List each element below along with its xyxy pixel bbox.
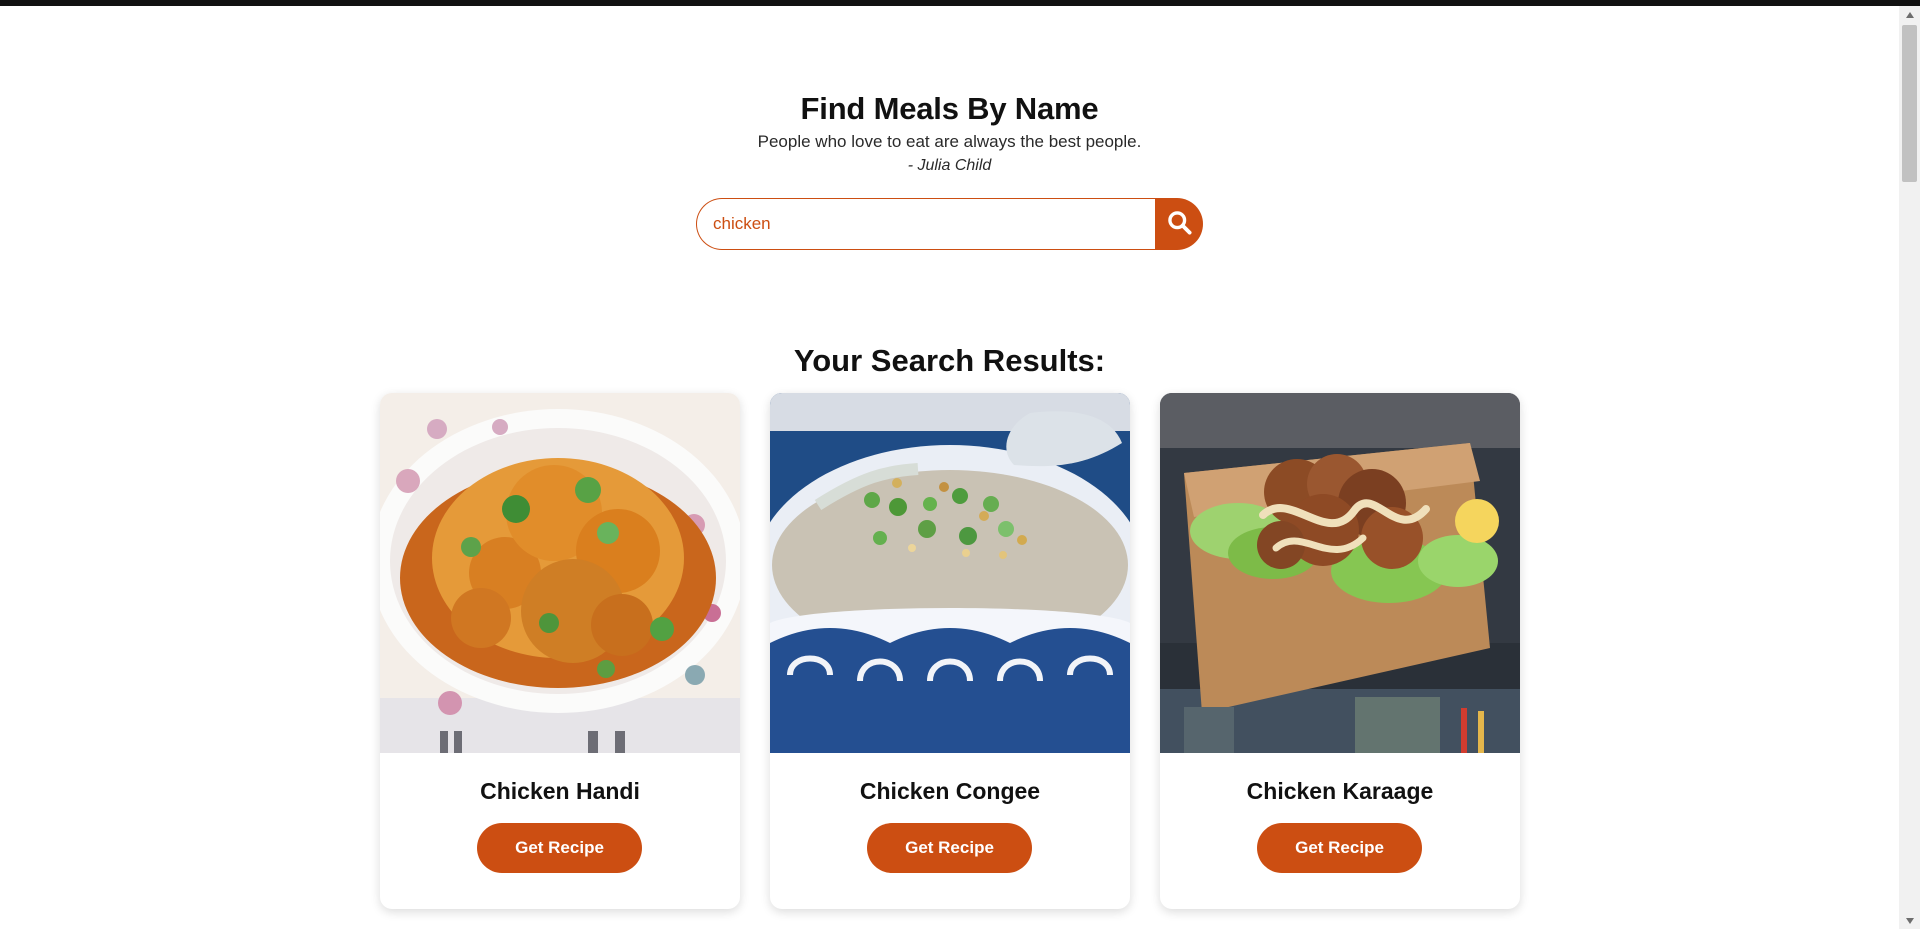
search-form <box>696 198 1203 250</box>
meal-card-chicken-handi: Chicken Handi Get Recipe <box>380 393 740 909</box>
meal-title: Chicken Congee <box>859 778 1041 804</box>
meal-card-chicken-congee: Chicken Congee Get Recipe <box>770 393 1130 909</box>
page-title: Find Meals By Name <box>800 90 1099 126</box>
scroll-down-icon[interactable] <box>1899 912 1920 929</box>
meal-card-chicken-karaage: Chicken Karaage Get Recipe <box>1160 393 1520 909</box>
scroll-up-icon[interactable] <box>1899 6 1920 23</box>
quote-text: People who love to eat are always the be… <box>757 132 1142 151</box>
get-recipe-button[interactable]: Get Recipe <box>477 823 642 873</box>
chicken-handi-image <box>380 393 740 753</box>
results-heading: Your Search Results: <box>793 342 1106 378</box>
get-recipe-button[interactable]: Get Recipe <box>867 823 1032 873</box>
search-input[interactable] <box>696 198 1155 250</box>
vertical-scrollbar[interactable] <box>1899 6 1920 929</box>
scroll-thumb[interactable] <box>1902 25 1917 182</box>
chicken-congee-image <box>770 393 1130 753</box>
search-icon <box>1166 209 1193 239</box>
meal-title: Chicken Handi <box>480 778 640 804</box>
chicken-karaage-image <box>1160 393 1520 753</box>
page-content: Find Meals By Name People who love to ea… <box>0 6 1899 929</box>
get-recipe-button[interactable]: Get Recipe <box>1257 823 1422 873</box>
search-button[interactable] <box>1155 198 1203 250</box>
quote-author: - Julia Child <box>907 157 992 174</box>
meal-title: Chicken Karaage <box>1246 778 1434 804</box>
